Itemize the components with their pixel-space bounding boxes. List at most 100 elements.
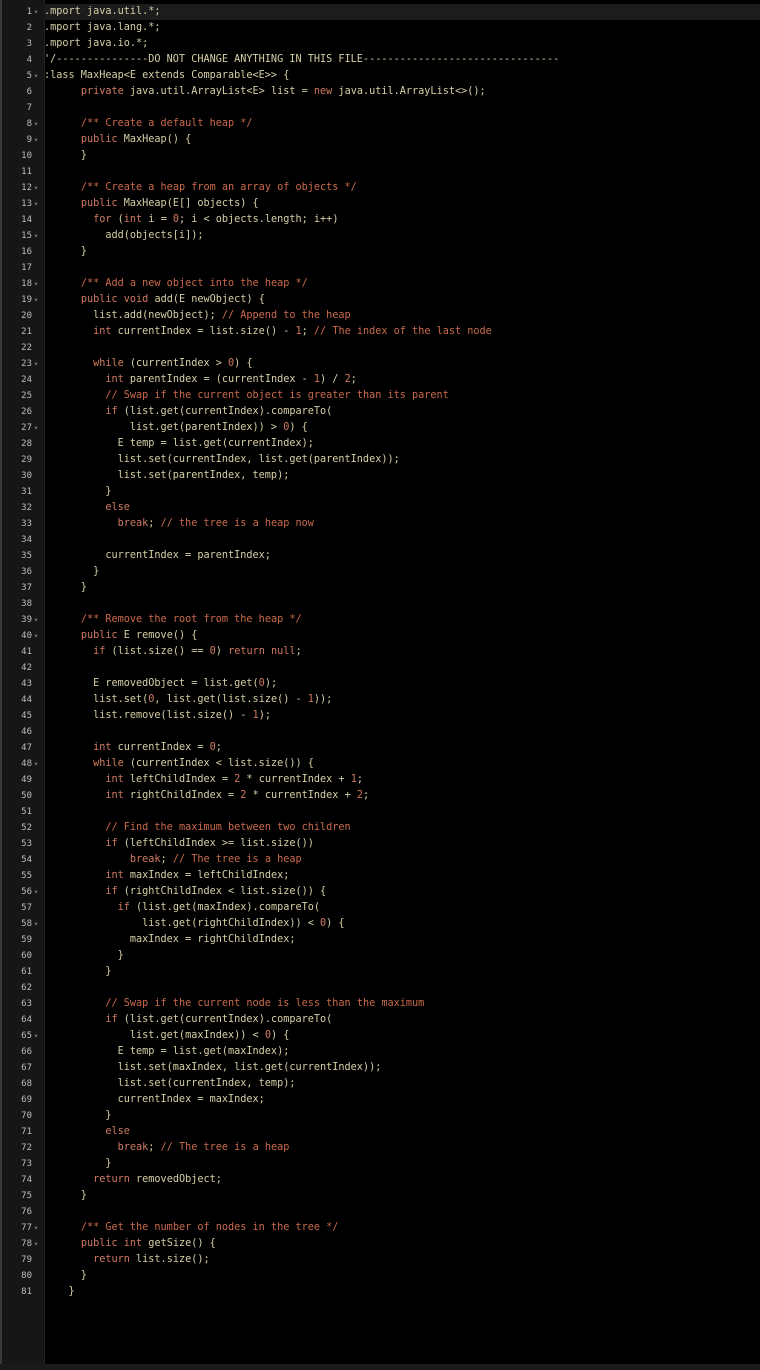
code-line[interactable]: 79 return list.size(); <box>21 1252 760 1268</box>
code-editor[interactable]: 1 ▾ .mport java.util.*; 2 .mport java.lang.*… <box>0 0 760 1370</box>
code-line[interactable]: 26 if (list.get(currentIndex).compareTo( <box>21 404 760 420</box>
code-line[interactable]: 42 <box>21 660 760 676</box>
code-line[interactable]: 15 ▾ add(objects[i]); <box>21 228 760 244</box>
code-line[interactable]: 78 ▾ public int getSize() { <box>21 1236 760 1252</box>
code-line[interactable]: 23 ▾ while (currentIndex > 0) { <box>21 356 760 372</box>
code-line[interactable]: 47 int currentIndex = 0; <box>21 740 760 756</box>
chevron-down-icon[interactable]: ▾ <box>34 628 42 644</box>
chevron-down-icon[interactable]: ▾ <box>34 292 42 308</box>
code-line[interactable]: 69 currentIndex = maxIndex; <box>21 1092 760 1108</box>
code-line[interactable]: 49 int leftChildIndex = 2 * currentIndex… <box>21 772 760 788</box>
chevron-down-icon[interactable]: ▾ <box>34 420 42 436</box>
code-line[interactable]: 65 ▾ list.get(maxIndex)) < 0) { <box>21 1028 760 1044</box>
code-line[interactable]: 20 list.add(newObject); // Append to the… <box>21 308 760 324</box>
code-line[interactable]: 29 list.set(currentIndex, list.get(paren… <box>21 452 760 468</box>
code-line[interactable]: 72 break; // The tree is a heap <box>21 1140 760 1156</box>
code-line[interactable]: 48 ▾ while (currentIndex < list.size()) { <box>21 756 760 772</box>
code-line[interactable]: 5 ▾:lass MaxHeap<E extends Comparable<E>>… <box>27 68 760 84</box>
code-line[interactable]: 27 ▾ list.get(parentIndex)) > 0) { <box>21 420 760 436</box>
code-line[interactable]: 53 if (leftChildIndex >= list.size()) <box>21 836 760 852</box>
code-line[interactable]: 40 ▾ public E remove() { <box>21 628 760 644</box>
code-line[interactable]: 57 if (list.get(maxIndex).compareTo( <box>21 900 760 916</box>
chevron-down-icon[interactable]: ▾ <box>34 612 42 628</box>
code-line[interactable]: 67 list.set(maxIndex, list.get(currentIn… <box>21 1060 760 1076</box>
code-line[interactable]: 6 private java.util.ArrayList<E> list = … <box>27 84 760 100</box>
code-line[interactable]: 77 ▾ /** Get the number of nodes in the t… <box>21 1220 760 1236</box>
code-line[interactable]: 25 // Swap if the current object is grea… <box>21 388 760 404</box>
chevron-down-icon[interactable]: ▾ <box>34 756 42 772</box>
code-line[interactable]: 61 } <box>21 964 760 980</box>
code-line[interactable]: 28 E temp = list.get(currentIndex); <box>21 436 760 452</box>
code-line[interactable]: 37 } <box>21 580 760 596</box>
code-line[interactable]: 68 list.set(currentIndex, temp); <box>21 1076 760 1092</box>
code-line[interactable]: 64 if (list.get(currentIndex).compareTo( <box>21 1012 760 1028</box>
code-line[interactable]: 33 break; // the tree is a heap now <box>21 516 760 532</box>
code-line[interactable]: 51 <box>21 804 760 820</box>
code-line[interactable]: 19 ▾ public void add(E newObject) { <box>21 292 760 308</box>
code-line[interactable]: 24 int parentIndex = (currentIndex - 1) … <box>21 372 760 388</box>
code-line[interactable]: 30 list.set(parentIndex, temp); <box>21 468 760 484</box>
code-line[interactable]: 66 E temp = list.get(maxIndex); <box>21 1044 760 1060</box>
code-line[interactable]: 43 E removedObject = list.get(0); <box>21 676 760 692</box>
chevron-down-icon[interactable]: ▾ <box>34 132 42 148</box>
chevron-down-icon[interactable]: ▾ <box>34 116 42 132</box>
chevron-down-icon[interactable]: ▾ <box>34 1028 42 1044</box>
code-line[interactable]: 63 // Swap if the current node is less t… <box>21 996 760 1012</box>
code-line[interactable]: 1 ▾ .mport java.util.*; <box>27 4 760 20</box>
chevron-down-icon[interactable]: ▾ <box>34 180 42 196</box>
code-line[interactable]: 81 } <box>21 1284 760 1300</box>
code-line[interactable]: 55 int maxIndex = leftChildIndex; <box>21 868 760 884</box>
chevron-down-icon[interactable]: ▾ <box>34 276 42 292</box>
code-line[interactable]: 73 } <box>21 1156 760 1172</box>
code-line[interactable]: 50 int rightChildIndex = 2 * currentInde… <box>21 788 760 804</box>
code-line[interactable]: 76 <box>21 1204 760 1220</box>
code-line[interactable]: 3 .mport java.io.*; <box>27 36 760 52</box>
code-line[interactable]: 10 } <box>21 148 760 164</box>
code-line[interactable]: 2 .mport java.lang.*; <box>27 20 760 36</box>
code-line[interactable]: 54 break; // The tree is a heap <box>21 852 760 868</box>
code-line[interactable]: 44 list.set(0, list.get(list.size() - 1)… <box>21 692 760 708</box>
chevron-down-icon[interactable]: ▾ <box>34 196 42 212</box>
code-line[interactable]: 74 return removedObject; <box>21 1172 760 1188</box>
code-line[interactable]: 58 ▾ list.get(rightChildIndex)) < 0) { <box>21 916 760 932</box>
code-line[interactable]: 70 } <box>21 1108 760 1124</box>
code-line[interactable]: 46 <box>21 724 760 740</box>
chevron-down-icon[interactable]: ▾ <box>34 68 42 84</box>
code-line[interactable]: 9 ▾ public MaxHeap() { <box>27 132 760 148</box>
chevron-down-icon[interactable]: ▾ <box>34 1236 42 1252</box>
code-line[interactable]: 21 int currentIndex = list.size() - 1; /… <box>21 324 760 340</box>
code-line[interactable]: 62 <box>21 980 760 996</box>
code-line[interactable]: 52 // Find the maximum between two child… <box>21 820 760 836</box>
code-line[interactable]: 17 <box>21 260 760 276</box>
code-line[interactable]: 7 <box>27 100 760 116</box>
code-line[interactable]: 31 } <box>21 484 760 500</box>
chevron-down-icon[interactable]: ▾ <box>34 1220 42 1236</box>
code-line[interactable]: 41 if (list.size() == 0) return null; <box>21 644 760 660</box>
code-line[interactable]: 12 ▾ /** Create a heap from an array of o… <box>21 180 760 196</box>
code-line[interactable]: 34 <box>21 532 760 548</box>
chevron-down-icon[interactable]: ▾ <box>34 916 42 932</box>
code-line[interactable]: 4 '/---------------DO NOT CHANGE ANYTHING… <box>27 52 760 68</box>
code-line[interactable]: 80 } <box>21 1268 760 1284</box>
code-line[interactable]: 32 else <box>21 500 760 516</box>
chevron-down-icon[interactable]: ▾ <box>34 4 42 20</box>
code-line[interactable]: 14 for (int i = 0; i < objects.length; i… <box>21 212 760 228</box>
code-line[interactable]: 45 list.remove(list.size() - 1); <box>21 708 760 724</box>
code-area[interactable]: 1 ▾ .mport java.util.*; 2 .mport java.lang.*… <box>21 4 760 1300</box>
code-line[interactable]: 8 ▾ /** Create a default heap */ <box>27 116 760 132</box>
code-line[interactable]: 75 } <box>21 1188 760 1204</box>
code-line[interactable]: 39 ▾ /** Remove the root from the heap */ <box>21 612 760 628</box>
code-line[interactable]: 59 maxIndex = rightChildIndex; <box>21 932 760 948</box>
code-line[interactable]: 56 ▾ if (rightChildIndex < list.size()) { <box>21 884 760 900</box>
code-line[interactable]: 16 } <box>21 244 760 260</box>
code-line[interactable]: 38 <box>21 596 760 612</box>
chevron-down-icon[interactable]: ▾ <box>34 884 42 900</box>
code-line[interactable]: 35 currentIndex = parentIndex; <box>21 548 760 564</box>
chevron-down-icon[interactable]: ▾ <box>34 356 42 372</box>
code-line[interactable]: 18 ▾ /** Add a new object into the heap *… <box>21 276 760 292</box>
code-line[interactable]: 71 else <box>21 1124 760 1140</box>
code-line[interactable]: 11 <box>21 164 760 180</box>
code-line[interactable]: 22 <box>21 340 760 356</box>
chevron-down-icon[interactable]: ▾ <box>34 228 42 244</box>
code-line[interactable]: 60 } <box>21 948 760 964</box>
